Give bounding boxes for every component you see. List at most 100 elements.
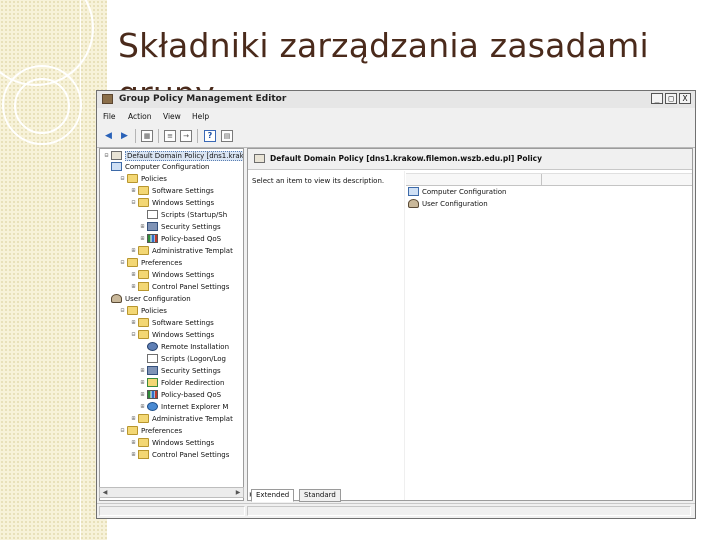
window-titlebar[interactable]: Group Policy Management Editor _ □ X — [97, 91, 695, 108]
tree-item-label: Preferences — [141, 427, 183, 435]
folder-icon — [127, 174, 138, 183]
collapse-icon[interactable]: ⊟ — [118, 425, 127, 437]
collapse-icon[interactable]: ⊟ — [102, 150, 111, 162]
tree-item-control-panel-settings[interactable]: ⊞ Control Panel Settings — [129, 449, 229, 461]
collapse-icon[interactable]: ⊟ — [129, 197, 138, 209]
action-pane-icon[interactable]: ▤ — [221, 130, 233, 142]
tab-extended[interactable]: Extended — [251, 489, 295, 502]
tree-item-user-configuration[interactable]: User Configuration — [111, 293, 191, 305]
tree-horizontal-scrollbar[interactable]: ◀ ▶ — [99, 487, 244, 498]
status-bar — [97, 503, 695, 518]
tree-item-computer-configuration[interactable]: Computer Configuration — [111, 161, 210, 173]
expand-icon[interactable]: ⊞ — [129, 413, 138, 425]
decorative-line — [80, 0, 81, 540]
collapse-icon[interactable]: ⊟ — [118, 173, 127, 185]
expand-icon[interactable]: ⊞ — [138, 221, 147, 233]
tree-item-windows-settings[interactable]: ⊞ Windows Settings — [129, 269, 214, 281]
tree-item-scripts-logon[interactable]: Scripts (Logon/Log — [147, 353, 226, 365]
expand-icon[interactable]: ⊞ — [138, 401, 147, 413]
list-column-header[interactable] — [406, 173, 692, 186]
expand-icon[interactable]: ⊞ — [129, 449, 138, 461]
expand-icon[interactable]: ⊞ — [129, 281, 138, 293]
tree-item-label: User Configuration — [125, 295, 191, 303]
expand-icon[interactable]: ⊞ — [129, 185, 138, 197]
tree-item-security-settings[interactable]: ⊞ Security Settings — [138, 221, 221, 233]
install-icon — [147, 342, 158, 351]
gpo-icon — [111, 151, 122, 160]
expand-icon[interactable]: ⊞ — [138, 377, 147, 389]
tree-item-preferences[interactable]: ⊟ Preferences — [118, 425, 182, 437]
tree-item-preferences[interactable]: ⊟ Preferences — [118, 257, 182, 269]
expand-icon[interactable]: ⊞ — [129, 245, 138, 257]
help-icon[interactable]: ? — [204, 130, 216, 142]
tree-item-administrative-templates[interactable]: ⊞ Administrative Templat — [129, 245, 233, 257]
close-button[interactable]: X — [679, 93, 691, 104]
maximize-button[interactable]: □ — [665, 93, 677, 104]
gpme-window: Group Policy Management Editor _ □ X Fil… — [96, 90, 696, 519]
tree-item-label: Security Settings — [161, 223, 221, 231]
user-icon — [111, 294, 122, 303]
tree-item-label: Policy-based QoS — [161, 235, 222, 243]
control-panel-icon — [138, 282, 149, 291]
forward-arrow-icon[interactable]: ▶ — [118, 130, 131, 142]
control-panel-icon — [138, 450, 149, 459]
menu-action[interactable]: Action — [128, 111, 152, 122]
tree-item-label: Software Settings — [152, 187, 214, 195]
tab-standard[interactable]: Standard — [299, 489, 341, 502]
tree-item-windows-settings[interactable]: ⊟ Windows Settings — [129, 329, 214, 341]
minimize-button[interactable]: _ — [651, 93, 663, 104]
expand-icon[interactable]: ⊞ — [138, 389, 147, 401]
tree-item-windows-settings[interactable]: ⊟ Windows Settings — [129, 197, 214, 209]
column-divider[interactable] — [541, 174, 542, 185]
tree-item-label: Folder Redirection — [161, 379, 225, 387]
tree-item-security-settings[interactable]: ⊞ Security Settings — [138, 365, 221, 377]
collapse-icon[interactable]: ⊟ — [118, 257, 127, 269]
folder-icon — [138, 414, 149, 423]
export-list-icon[interactable]: → — [180, 130, 192, 142]
folder-icon — [127, 306, 138, 315]
collapse-icon[interactable]: ⊟ — [129, 329, 138, 341]
expand-icon[interactable]: ⊞ — [138, 233, 147, 245]
script-icon — [147, 354, 158, 363]
tree-item-remote-installation[interactable]: Remote Installation — [147, 341, 229, 353]
expand-icon[interactable]: ⊞ — [129, 269, 138, 281]
expand-icon[interactable]: ⊞ — [129, 437, 138, 449]
policy-title: Default Domain Policy [dns1.krakow.filem… — [270, 154, 543, 163]
tree-item-policy-qos[interactable]: ⊞ Policy-based QoS — [138, 389, 221, 401]
menu-file[interactable]: File — [103, 111, 116, 122]
tree-item-label: Preferences — [141, 259, 183, 267]
tree-item-scripts-startup[interactable]: Scripts (Startup/Sh — [147, 209, 227, 221]
tree-item-windows-settings[interactable]: ⊞ Windows Settings — [129, 437, 214, 449]
collapse-icon[interactable]: ⊟ — [118, 305, 127, 317]
tree-item-label: Windows Settings — [152, 331, 215, 339]
tree-item-internet-explorer[interactable]: ⊞ Internet Explorer M — [138, 401, 228, 413]
show-hide-tree-icon[interactable]: ▦ — [141, 130, 153, 142]
tree-item-label: Scripts (Startup/Sh — [161, 211, 228, 219]
tree-item-software-settings[interactable]: ⊞ Software Settings — [129, 185, 214, 197]
tree-item-policy-qos[interactable]: ⊞ Policy-based QoS — [138, 233, 221, 245]
tree-item-label: Internet Explorer M — [161, 403, 229, 411]
scroll-right-icon[interactable]: ▶ — [233, 488, 243, 497]
policy-header: Default Domain Policy [dns1.krakow.filem… — [248, 149, 692, 170]
console-tree[interactable]: ⊟ Default Domain Policy [dns1.krakow Comp… — [99, 148, 244, 501]
folder-icon — [138, 246, 149, 255]
tree-item-policies[interactable]: ⊟ Policies — [118, 305, 167, 317]
properties-icon[interactable]: ≡ — [164, 130, 176, 142]
menu-help[interactable]: Help — [192, 111, 209, 122]
tree-item-administrative-templates[interactable]: ⊞ Administrative Templat — [129, 413, 233, 425]
tree-item-folder-redirection[interactable]: ⊞ Folder Redirection — [138, 377, 224, 389]
tree-item-control-panel-settings[interactable]: ⊞ Control Panel Settings — [129, 281, 229, 293]
tree-item-policies[interactable]: ⊟ Policies — [118, 173, 167, 185]
menu-view[interactable]: View — [163, 111, 181, 122]
computer-icon — [111, 162, 122, 171]
list-item-computer-configuration[interactable]: Computer Configuration — [408, 186, 507, 198]
folder-icon — [138, 438, 149, 447]
toolbar: ◀ ▶ ▦ ≡ → ? ▤ — [97, 125, 695, 148]
expand-icon[interactable]: ⊞ — [138, 365, 147, 377]
folder-icon — [127, 426, 138, 435]
scroll-left-icon[interactable]: ◀ — [100, 488, 110, 497]
list-item-user-configuration[interactable]: User Configuration — [408, 198, 488, 210]
back-arrow-icon[interactable]: ◀ — [102, 130, 115, 142]
tree-item-software-settings[interactable]: ⊞ Software Settings — [129, 317, 214, 329]
expand-icon[interactable]: ⊞ — [129, 317, 138, 329]
